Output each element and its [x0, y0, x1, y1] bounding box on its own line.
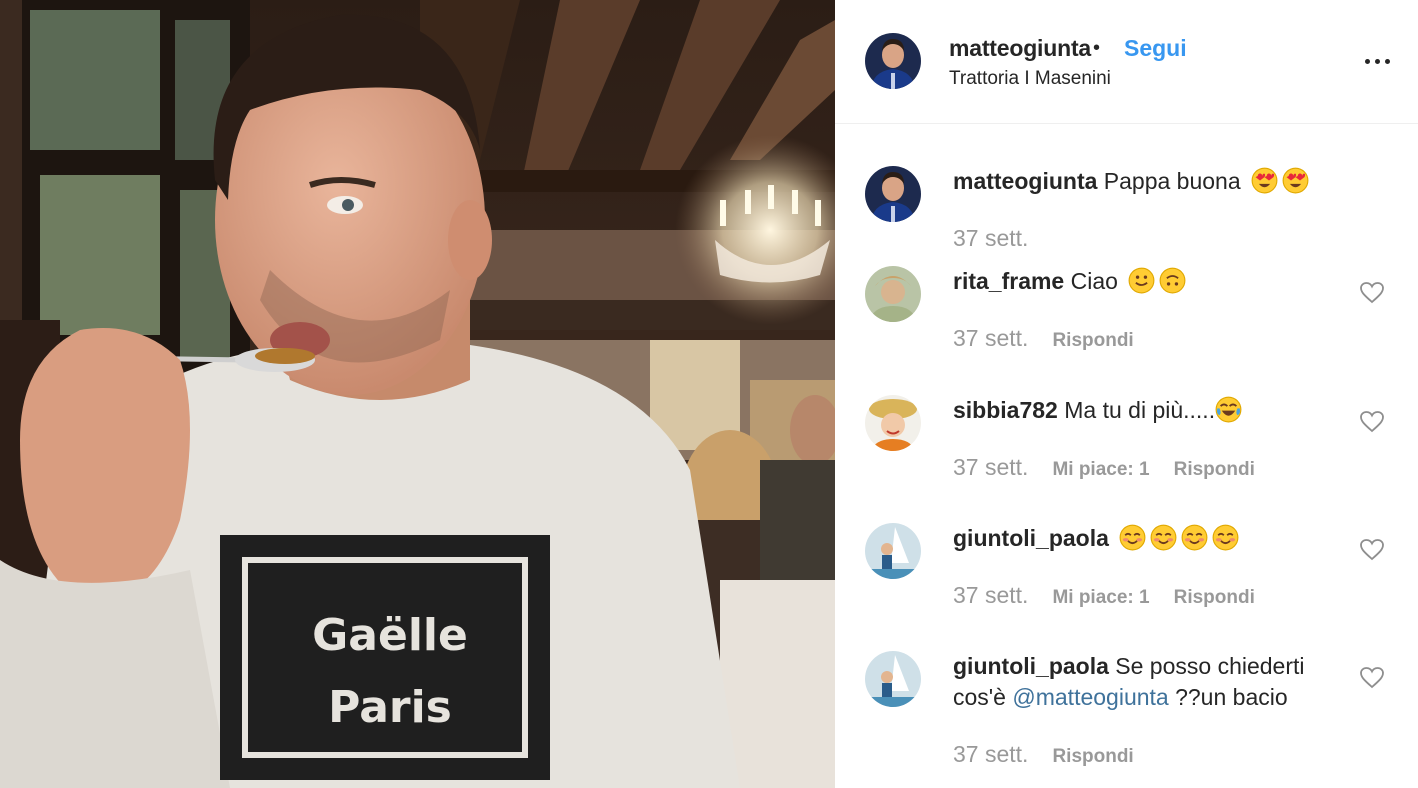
comment-meta: 37 sett. [953, 225, 1028, 252]
comment-timestamp[interactable]: 37 sett. [953, 582, 1028, 608]
post-photo-image: Gaëlle Paris [0, 0, 835, 788]
blush-emoji-icon [1212, 524, 1239, 551]
upside-down-emoji-icon [1159, 267, 1186, 294]
blush-emoji-icon [1181, 524, 1208, 551]
comment-text: rita_frame Ciao [953, 266, 1343, 297]
comment-message: Pappa buona [1103, 168, 1241, 194]
tears-of-joy-emoji-icon [1215, 396, 1242, 423]
sweater-text-line-1: Gaëlle [312, 610, 468, 661]
more-options-icon[interactable] [1361, 48, 1395, 74]
post-side-panel: matteogiunta • Segui Trattoria I Masenin… [835, 0, 1418, 788]
comment-text: giuntoli_paola [953, 523, 1343, 554]
like-comment-heart-icon[interactable] [1360, 667, 1384, 689]
comment-username[interactable]: giuntoli_paola [953, 525, 1109, 551]
author-username[interactable]: matteogiunta [949, 35, 1091, 62]
post-location[interactable]: Trattoria I Masenini [949, 68, 1111, 90]
slight-smile-emoji-icon [1128, 267, 1155, 294]
follow-button[interactable]: Segui [1124, 35, 1187, 62]
comment-mention-link[interactable]: @matteogiunta [1012, 684, 1168, 710]
like-comment-heart-icon[interactable] [1360, 411, 1384, 433]
commenter-avatar[interactable] [865, 166, 921, 222]
author-avatar[interactable] [865, 33, 921, 89]
post-photo[interactable]: Gaëlle Paris [0, 0, 835, 788]
post-header: matteogiunta • Segui Trattoria I Masenin… [835, 0, 1418, 124]
comment-username[interactable]: sibbia782 [953, 397, 1058, 423]
author-avatar-image [865, 33, 921, 89]
heart-eyes-emoji-icon [1251, 167, 1278, 194]
blush-emoji-icon [1150, 524, 1177, 551]
like-comment-heart-icon[interactable] [1360, 539, 1384, 561]
commenter-avatar[interactable] [865, 651, 921, 707]
commenter-avatar[interactable] [865, 523, 921, 579]
comment-meta: 37 sett. Rispondi [953, 741, 1134, 768]
commenter-avatar[interactable] [865, 395, 921, 451]
reply-button[interactable]: Rispondi [1174, 459, 1255, 480]
comment-username[interactable]: rita_frame [953, 268, 1064, 294]
commenter-avatar-image [865, 523, 921, 579]
comment-timestamp[interactable]: 37 sett. [953, 741, 1028, 767]
comment-meta: 37 sett. Rispondi [953, 325, 1134, 352]
blush-emoji-icon [1119, 524, 1146, 551]
comment-meta: 37 sett. Mi piace: 1 Rispondi [953, 454, 1255, 481]
comment-username[interactable]: giuntoli_paola [953, 653, 1109, 679]
comment-message: Ciao [1070, 268, 1118, 294]
comment-timestamp[interactable]: 37 sett. [953, 325, 1028, 351]
like-comment-heart-icon[interactable] [1360, 282, 1384, 304]
comment-username[interactable]: matteogiunta [953, 168, 1097, 194]
reply-button[interactable]: Rispondi [1052, 330, 1133, 351]
comment-text: matteogiunta Pappa buona [953, 166, 1343, 197]
comment-likes-count[interactable]: Mi piace: 1 [1052, 459, 1149, 480]
comment-timestamp[interactable]: 37 sett. [953, 225, 1028, 251]
commenter-avatar-image [865, 651, 921, 707]
heart-eyes-emoji-icon [1282, 167, 1309, 194]
commenter-avatar[interactable] [865, 266, 921, 322]
comment-message-tail: ??un bacio [1175, 684, 1288, 710]
commenter-avatar-image [865, 266, 921, 322]
reply-button[interactable]: Rispondi [1174, 587, 1255, 608]
header-separator: • [1093, 37, 1101, 59]
comment-meta: 37 sett. Mi piace: 1 Rispondi [953, 582, 1255, 609]
reply-button[interactable]: Rispondi [1052, 746, 1133, 767]
comment-timestamp[interactable]: 37 sett. [953, 454, 1028, 480]
comment-message: Ma tu di più..... [1064, 397, 1216, 423]
commenter-avatar-image [865, 395, 921, 451]
comment-text: sibbia782 Ma tu di più..... [953, 395, 1343, 426]
comment-likes-count[interactable]: Mi piace: 1 [1052, 587, 1149, 608]
comment-text: giuntoli_paola Se posso chiederti cos'è … [953, 651, 1343, 713]
commenter-avatar-image [865, 166, 921, 222]
sweater-text-line-2: Paris [328, 682, 452, 733]
